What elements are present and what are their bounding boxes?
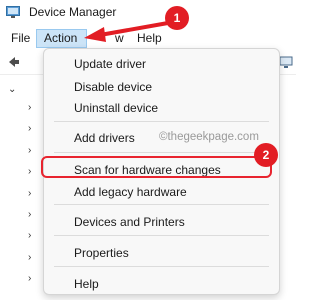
menu-item-devices-printers[interactable]: Devices and Printers [74,215,185,229]
menu-item-update-driver[interactable]: Update driver [74,57,146,71]
collapse-chevron-icon[interactable]: ⌄ [8,84,16,95]
menu-bar: File Action w Help [0,27,296,49]
monitor-icon[interactable] [279,55,293,69]
highlight-outline [41,156,272,178]
menu-item-uninstall-device[interactable]: Uninstall device [74,101,158,115]
device-manager-icon [6,6,20,18]
menu-divider [54,266,269,267]
expand-chevron-icon[interactable]: › [28,273,31,284]
menu-file[interactable]: File [4,29,37,48]
menu-item-add-legacy-hardware[interactable]: Add legacy hardware [74,185,187,199]
expand-chevron-icon[interactable]: › [28,123,31,134]
expand-chevron-icon[interactable]: › [28,102,31,113]
menu-divider [54,121,269,122]
watermark-text: ©thegeekpage.com [159,131,259,143]
window-title: Device Manager [29,5,117,19]
expand-chevron-icon[interactable]: › [28,252,31,263]
menu-help[interactable]: Help [130,29,169,48]
menu-action[interactable]: Action [36,29,87,48]
device-tree: ⌄ › › › › › › › › › [0,75,40,300]
step-badge-1: 1 [165,6,189,30]
expand-chevron-icon[interactable]: › [28,188,31,199]
menu-item-properties[interactable]: Properties [74,246,129,260]
expand-chevron-icon[interactable]: › [28,209,31,220]
menu-item-help[interactable]: Help [74,277,99,291]
expand-chevron-icon[interactable]: › [28,145,31,156]
menu-divider [54,204,269,205]
step-badge-2: 2 [254,143,278,167]
menu-item-add-drivers[interactable]: Add drivers [74,131,135,145]
expand-chevron-icon[interactable]: › [28,166,31,177]
expand-chevron-icon[interactable]: › [28,230,31,241]
menu-divider [54,152,269,153]
menu-item-disable-device[interactable]: Disable device [74,80,152,94]
title-bar: Device Manager [0,0,296,26]
menu-view[interactable]: w [108,29,131,48]
menu-divider [54,235,269,236]
back-icon[interactable] [6,55,20,69]
